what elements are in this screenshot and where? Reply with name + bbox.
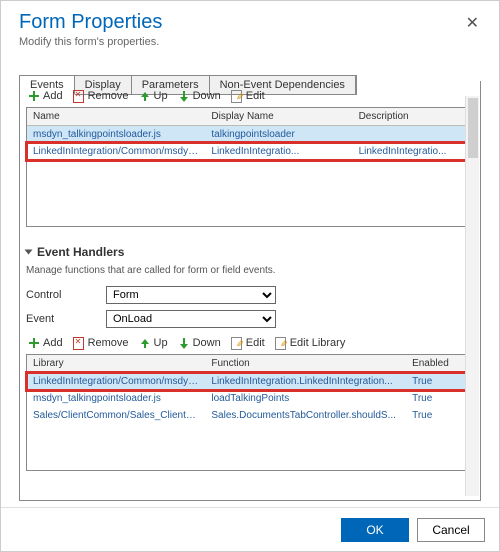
remove-label: Remove bbox=[88, 337, 129, 349]
tab-content: Add Remove Up Down Edit Name Display Nam… bbox=[19, 81, 481, 501]
col-display-name[interactable]: Display Name bbox=[205, 108, 352, 126]
grid-row-highlighted[interactable]: LinkedInIntegration/Common/msdyn_L... Li… bbox=[27, 373, 473, 391]
plus-icon bbox=[28, 337, 40, 349]
edit-icon bbox=[231, 90, 243, 102]
cell-display: LinkedInIntegratio... bbox=[205, 143, 352, 160]
cancel-button[interactable]: Cancel bbox=[417, 518, 485, 542]
cell-function: loadTalkingPoints bbox=[205, 390, 406, 407]
cell-library: msdyn_talkingpointsloader.js bbox=[27, 390, 205, 407]
down-icon bbox=[178, 90, 190, 102]
down-label: Down bbox=[193, 337, 221, 349]
add-label: Add bbox=[43, 337, 63, 349]
add-label: Add bbox=[43, 90, 63, 102]
edit-library-label: Edit Library bbox=[290, 337, 346, 349]
web-resources-grid: Name Display Name Description msdyn_talk… bbox=[26, 107, 474, 227]
dialog-header: Form Properties Modify this form's prope… bbox=[1, 1, 499, 54]
vertical-scrollbar[interactable] bbox=[465, 96, 479, 496]
col-name[interactable]: Name bbox=[27, 108, 205, 126]
remove-icon bbox=[73, 337, 85, 349]
edit-icon bbox=[275, 337, 287, 349]
cell-name: LinkedInIntegration/Common/msdyn_L... bbox=[27, 143, 205, 160]
grid-row[interactable]: msdyn_talkingpointsloader.js talkingpoin… bbox=[27, 126, 473, 144]
col-enabled[interactable]: Enabled bbox=[406, 355, 473, 373]
cell-library: LinkedInIntegration/Common/msdyn_L... bbox=[27, 373, 205, 391]
up-label: Up bbox=[154, 90, 168, 102]
scrollbar-thumb[interactable] bbox=[468, 98, 478, 158]
edit-button[interactable]: Edit bbox=[231, 90, 265, 102]
control-row: Control Form bbox=[26, 286, 474, 304]
cell-desc: LinkedInIntegratio... bbox=[353, 143, 473, 160]
cell-desc bbox=[353, 126, 473, 144]
remove-label: Remove bbox=[88, 90, 129, 102]
event-handlers-header[interactable]: Event Handlers bbox=[26, 245, 474, 259]
grid-row[interactable]: msdyn_talkingpointsloader.js loadTalking… bbox=[27, 390, 473, 407]
cell-enabled: True bbox=[406, 407, 473, 424]
control-label: Control bbox=[26, 289, 106, 301]
ok-button[interactable]: OK bbox=[341, 518, 409, 542]
cell-enabled: True bbox=[406, 373, 473, 391]
event-handlers-desc: Manage functions that are called for for… bbox=[26, 265, 474, 276]
form-properties-dialog: Form Properties Modify this form's prope… bbox=[0, 0, 500, 552]
dialog-footer: OK Cancel bbox=[1, 507, 499, 551]
dialog-subtitle: Modify this form's properties. bbox=[19, 36, 481, 48]
grid-row[interactable]: Sales/ClientCommon/Sales_ClientCom... Sa… bbox=[27, 407, 473, 424]
event-select[interactable]: OnLoad bbox=[106, 310, 276, 328]
up-icon bbox=[139, 90, 151, 102]
dialog-title: Form Properties bbox=[19, 11, 481, 34]
col-description[interactable]: Description bbox=[353, 108, 473, 126]
up-handler-button[interactable]: Up bbox=[139, 337, 168, 349]
down-handler-button[interactable]: Down bbox=[178, 337, 221, 349]
handlers-toolbar: Add Remove Up Down Edit Edit Library bbox=[26, 334, 474, 354]
edit-handler-button[interactable]: Edit bbox=[231, 337, 265, 349]
edit-label: Edit bbox=[246, 337, 265, 349]
plus-icon bbox=[28, 90, 40, 102]
close-icon[interactable]: ✕ bbox=[460, 11, 485, 35]
down-icon bbox=[178, 337, 190, 349]
down-label: Down bbox=[193, 90, 221, 102]
add-handler-button[interactable]: Add bbox=[28, 337, 63, 349]
up-button[interactable]: Up bbox=[139, 90, 168, 102]
handlers-grid: Library Function Enabled LinkedInIntegra… bbox=[26, 354, 474, 471]
col-library[interactable]: Library bbox=[27, 355, 205, 373]
event-row: Event OnLoad bbox=[26, 310, 474, 328]
event-label: Event bbox=[26, 313, 106, 325]
edit-library-button[interactable]: Edit Library bbox=[275, 337, 346, 349]
cell-library: Sales/ClientCommon/Sales_ClientCom... bbox=[27, 407, 205, 424]
cell-display: talkingpointsloader bbox=[205, 126, 352, 144]
grid-empty-space bbox=[27, 160, 473, 226]
cell-name: msdyn_talkingpointsloader.js bbox=[27, 126, 205, 144]
col-function[interactable]: Function bbox=[205, 355, 406, 373]
grid-row-highlighted[interactable]: LinkedInIntegration/Common/msdyn_L... Li… bbox=[27, 143, 473, 160]
add-button[interactable]: Add bbox=[28, 90, 63, 102]
up-label: Up bbox=[154, 337, 168, 349]
remove-button[interactable]: Remove bbox=[73, 90, 129, 102]
web-resources-toolbar: Add Remove Up Down Edit bbox=[26, 87, 474, 107]
up-icon bbox=[139, 337, 151, 349]
grid-header-row: Library Function Enabled bbox=[27, 355, 473, 373]
cell-function: LinkedInIntegration.LinkedInIntegration.… bbox=[205, 373, 406, 391]
edit-icon bbox=[231, 337, 243, 349]
down-button[interactable]: Down bbox=[178, 90, 221, 102]
cell-enabled: True bbox=[406, 390, 473, 407]
grid-empty-space bbox=[27, 424, 473, 470]
edit-label: Edit bbox=[246, 90, 265, 102]
collapse-icon bbox=[25, 250, 33, 255]
remove-handler-button[interactable]: Remove bbox=[73, 337, 129, 349]
cell-function: Sales.DocumentsTabController.shouldS... bbox=[205, 407, 406, 424]
remove-icon bbox=[73, 90, 85, 102]
control-select[interactable]: Form bbox=[106, 286, 276, 304]
event-handlers-title: Event Handlers bbox=[37, 245, 124, 259]
grid-header-row: Name Display Name Description bbox=[27, 108, 473, 126]
